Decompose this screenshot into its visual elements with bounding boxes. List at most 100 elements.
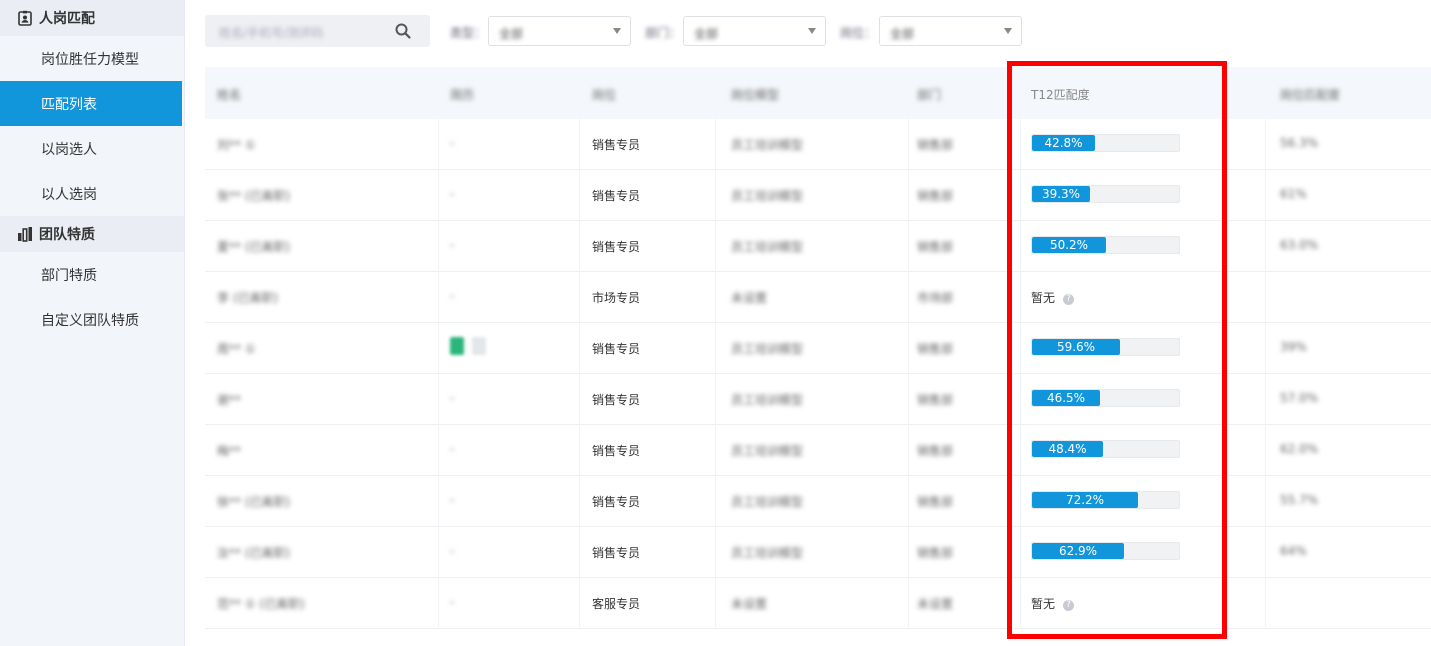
table-row[interactable]: 夏** (已离职) - 销售专员 员工培训模型 销售部 50.2% 63.0% — [205, 221, 1431, 272]
column-divider — [438, 119, 439, 170]
cell-name[interactable]: 刘** ① — [217, 136, 256, 153]
column-divider — [908, 527, 909, 578]
table-row[interactable]: 谢** - 销售专员 员工培训模型 销售部 46.5% 57.0% — [205, 374, 1431, 425]
sidebar-group-team-traits[interactable]: 团队特质 — [0, 216, 184, 252]
cell-post: 销售专员 — [592, 240, 641, 254]
cell-post-match: 62.0% — [1280, 442, 1319, 456]
column-divider — [715, 578, 716, 629]
column-divider — [715, 119, 716, 170]
column-divider — [1020, 476, 1021, 527]
cell-post-match: 55.7% — [1280, 493, 1319, 507]
cell-dept: 销售部 — [917, 240, 954, 254]
column-divider — [579, 527, 580, 578]
column-divider — [579, 476, 580, 527]
table-row[interactable]: 张** (已离职) - 销售专员 员工培训模型 销售部 39.3% 61% — [205, 170, 1431, 221]
search-input[interactable]: 姓名/手机号/测评码 — [205, 15, 430, 47]
sidebar: 人岗匹配 岗位胜任力模型 匹配列表 以岗选人 以人选岗 团队特质 部门特质 自定… — [0, 0, 185, 646]
sidebar-item-label: 以人选岗 — [41, 186, 97, 203]
table-row[interactable]: 刘** ① - 销售专员 员工培训模型 销售部 42.8% 56.3% — [205, 119, 1431, 170]
cell-name[interactable]: 李 (已离职) — [217, 289, 278, 306]
header-post-match[interactable]: 岗位匹配度 — [1280, 86, 1340, 103]
cell-name[interactable]: 汝** (已离职) — [217, 544, 290, 561]
column-divider — [715, 221, 716, 272]
t12-progress-bar: 46.5% — [1031, 389, 1180, 407]
column-divider — [438, 323, 439, 374]
column-divider — [438, 425, 439, 476]
help-icon[interactable]: ? — [1063, 294, 1075, 305]
column-divider — [1020, 527, 1021, 578]
cell-dept: 销售部 — [917, 189, 954, 203]
cell-post: 销售专员 — [592, 189, 641, 203]
cell-name[interactable]: 梅** — [217, 442, 241, 459]
t12-none-text: 暂无 — [1031, 291, 1056, 305]
sidebar-group-title: 团队特质 — [39, 227, 95, 243]
column-divider — [1020, 374, 1021, 425]
cell-resume: - — [450, 136, 455, 150]
search-icon[interactable] — [394, 22, 412, 40]
cell-post: 销售专员 — [592, 342, 641, 356]
resume-file-icon[interactable] — [450, 337, 464, 355]
column-divider — [908, 476, 909, 527]
t12-value: 50.2% — [1049, 238, 1089, 252]
post-select[interactable]: 全部 — [879, 16, 1022, 46]
filter-bar: 姓名/手机号/测评码 类型： 全部 部门： 全部 岗位： 全部 — [205, 15, 1415, 47]
column-divider — [715, 374, 716, 425]
sidebar-item-competency-model[interactable]: 岗位胜任力模型 — [0, 36, 184, 81]
column-divider — [579, 170, 580, 221]
column-divider — [715, 272, 716, 323]
column-divider — [1265, 221, 1266, 272]
cell-post-match: 57.0% — [1280, 391, 1319, 405]
cell-post: 销售专员 — [592, 393, 641, 407]
table-row[interactable]: 范** ① (已离职) - 客服专员 未设置 未设置 暂无? — [205, 578, 1431, 629]
cell-name[interactable]: 徐** (已离职) — [217, 493, 290, 510]
column-divider — [908, 119, 909, 170]
cell-name[interactable]: 夏** (已离职) — [217, 238, 290, 255]
column-divider — [579, 272, 580, 323]
match-table: 姓名 简历 岗位 岗位模型 部门 T12匹配度 岗位匹配度 刘** ① - 销售专员… — [205, 67, 1431, 629]
t12-none: 暂无? — [1031, 595, 1075, 612]
cell-post: 销售专员 — [592, 546, 641, 560]
cell-name[interactable]: 范** ① (已离职) — [217, 595, 305, 612]
sidebar-group-job-match[interactable]: 人岗匹配 — [0, 0, 184, 36]
table-row[interactable]: 汝** (已离职) - 销售专员 员工培训模型 销售部 62.9% 64% — [205, 527, 1431, 578]
chevron-down-icon — [808, 28, 816, 34]
column-divider — [1265, 578, 1266, 629]
sidebar-item-select-by-person[interactable]: 以人选岗 — [0, 171, 184, 216]
table-row[interactable]: 徐** (已离职) - 销售专员 员工培训模型 销售部 72.2% 55.7% — [205, 476, 1431, 527]
dept-select[interactable]: 全部 — [683, 16, 826, 46]
cell-dept: 销售部 — [917, 393, 954, 407]
column-divider — [908, 221, 909, 272]
sidebar-item-match-list[interactable]: 匹配列表 — [0, 81, 182, 126]
table-row[interactable]: 梅** - 销售专员 员工培训模型 销售部 48.4% 62.0% — [205, 425, 1431, 476]
cell-name[interactable]: 张** (已离职) — [217, 187, 290, 204]
type-select[interactable]: 全部 — [488, 16, 631, 46]
chevron-down-icon — [613, 28, 621, 34]
column-divider — [579, 221, 580, 272]
attachment-file-icon[interactable] — [472, 337, 486, 355]
cell-dept: 未设置 — [917, 597, 954, 611]
sidebar-item-dept-traits[interactable]: 部门特质 — [0, 252, 184, 297]
sidebar-item-custom-team-traits[interactable]: 自定义团队特质 — [0, 297, 184, 342]
column-divider — [908, 272, 909, 323]
cell-name[interactable]: 周** ① — [217, 340, 256, 357]
column-divider — [715, 527, 716, 578]
cell-dept: 市场部 — [917, 291, 954, 305]
header-t12-match[interactable]: T12匹配度 — [1031, 86, 1090, 103]
cell-resume: - — [450, 238, 455, 252]
cell-post-model: 员工培训模型 — [731, 138, 804, 152]
table-body: 刘** ① - 销售专员 员工培训模型 销售部 42.8% 56.3% 张** (已离职) - 销… — [205, 119, 1431, 629]
t12-progress-bar: 62.9% — [1031, 542, 1180, 560]
dept-filter-label: 部门： — [645, 26, 682, 40]
column-divider — [715, 323, 716, 374]
sidebar-item-select-by-post[interactable]: 以岗选人 — [0, 126, 184, 171]
column-divider — [1265, 323, 1266, 374]
resume-docs[interactable] — [450, 337, 494, 359]
help-icon[interactable]: ? — [1063, 600, 1075, 611]
cell-post: 客服专员 — [592, 597, 641, 611]
table-row[interactable]: 周** ① 销售专员 员工培训模型 销售部 59.6% 39% — [205, 323, 1431, 374]
table-row[interactable]: 李 (已离职) - 市场专员 未设置 市场部 暂无? — [205, 272, 1431, 323]
t12-progress-bar: 42.8% — [1031, 134, 1180, 152]
sidebar-item-label: 以岗选人 — [41, 141, 97, 158]
cell-resume: - — [450, 442, 455, 456]
cell-name[interactable]: 谢** — [217, 391, 241, 408]
